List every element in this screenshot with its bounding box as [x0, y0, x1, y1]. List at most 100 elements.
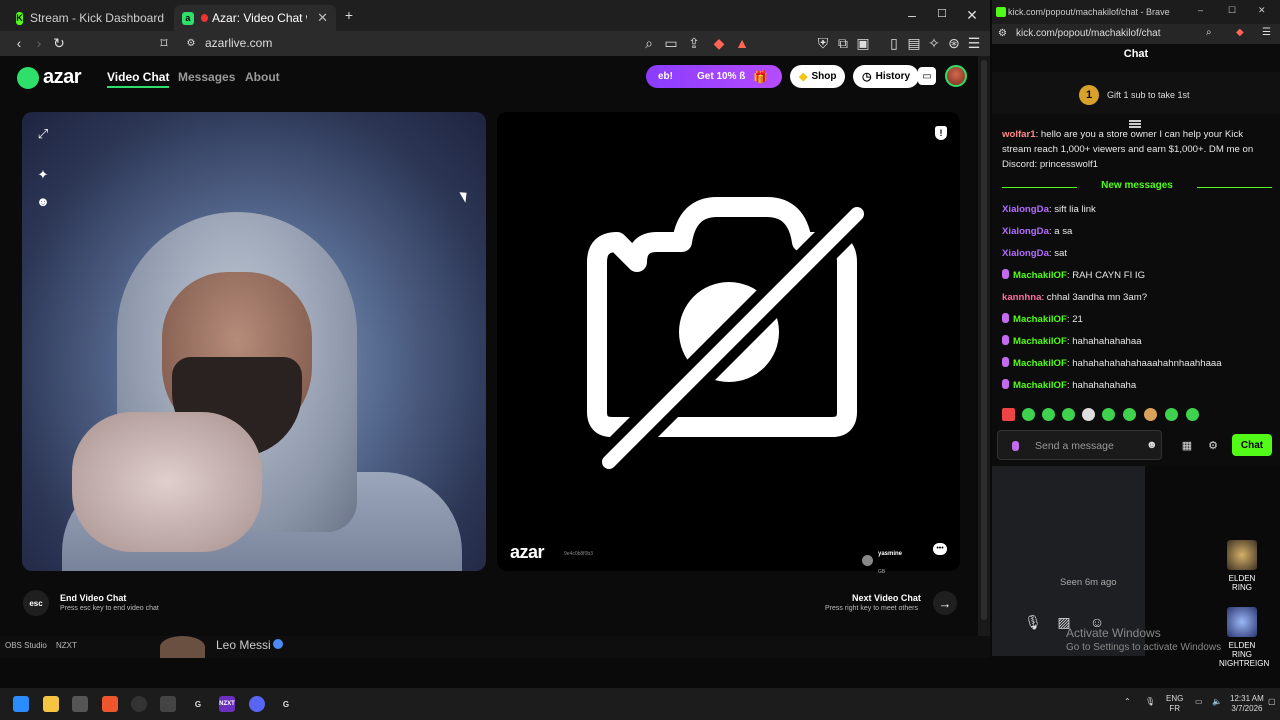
mic-icon[interactable]: 🎙 — [1145, 697, 1155, 707]
menu-icon[interactable]: ☰ — [1262, 27, 1271, 38]
filter-icon[interactable] — [1129, 120, 1141, 122]
desktop-icon-nzxt[interactable]: NZXT — [56, 641, 77, 650]
vpn-shield-icon[interactable]: ⊛ — [945, 35, 963, 52]
esc-key-badge[interactable]: esc — [23, 590, 49, 616]
maximize-icon[interactable]: ☐ — [932, 7, 952, 20]
language-switch[interactable]: ENG FR — [1166, 694, 1183, 714]
chevron-up-icon[interactable]: ⌃ — [1124, 697, 1131, 707]
nav-about[interactable]: About — [245, 70, 280, 84]
history-button[interactable]: ◷ History — [853, 65, 920, 88]
sidebar-icon[interactable]: ▯ — [885, 35, 903, 52]
menu-icon[interactable]: ☰ — [965, 35, 983, 52]
gear-icon[interactable]: ⚙ — [1206, 439, 1220, 453]
desktop-icon-obs[interactable]: OBS Studio — [5, 641, 47, 650]
zoom-icon[interactable]: ⌕ — [640, 35, 658, 52]
desktop-icon-elden-ring[interactable]: ELDEN RING — [1219, 540, 1265, 592]
bookmark-icon[interactable]: ⌑ — [155, 35, 173, 52]
emote-icon[interactable] — [1186, 408, 1199, 421]
brave-icon[interactable] — [102, 696, 118, 712]
g-hub-icon[interactable]: G — [190, 696, 206, 712]
store-icon[interactable] — [72, 696, 88, 712]
nav-messages[interactable]: Messages — [178, 70, 235, 84]
nav-video-chat[interactable]: Video Chat — [107, 70, 170, 88]
gift-banner[interactable]: 1 Gift 1 sub to take 1st — [992, 72, 1280, 114]
minimize-icon[interactable]: – — [902, 7, 922, 23]
azar-logo[interactable]: azar — [17, 66, 82, 89]
chat-username[interactable]: XialongDa — [1002, 248, 1049, 259]
forward-icon[interactable]: › — [30, 35, 48, 52]
chat-username[interactable]: MachakilOF — [1013, 380, 1067, 391]
brave-shield-icon[interactable]: ◆ — [1236, 27, 1244, 38]
display-icon[interactable]: ▭ — [1195, 697, 1203, 707]
site-settings-icon[interactable]: ⚙ — [182, 35, 200, 52]
promo-banner[interactable]: eb! Get 10% ß 🎁 — [646, 65, 782, 88]
gift-icon[interactable]: ▦ — [1180, 439, 1194, 453]
chat-username[interactable]: MachakilOF — [1013, 270, 1067, 281]
chat-username[interactable]: MachakilOF — [1013, 314, 1067, 325]
tab-azar[interactable]: a Azar: Video Chat with New Pe ✕ — [174, 5, 336, 31]
tab-kick-dashboard[interactable]: K Stream - Kick Dashboard — [8, 5, 172, 31]
emote-icon[interactable] — [1082, 408, 1095, 421]
extensions-icon[interactable]: ⧉ — [834, 35, 852, 52]
desktop-icon-elden-ring-nightreign[interactable]: ELDEN RING NIGHTREIGN — [1219, 607, 1269, 668]
avatar[interactable] — [945, 65, 967, 87]
shop-button[interactable]: ◆ Shop — [790, 65, 846, 88]
send-chat-button[interactable]: Chat — [1232, 434, 1272, 456]
new-tab-icon[interactable]: + — [339, 7, 359, 23]
brave-shield-icon[interactable]: ◆ — [710, 35, 728, 52]
emote-icon[interactable] — [1022, 408, 1035, 421]
scroll-thumb[interactable] — [981, 60, 987, 620]
site-settings-icon[interactable]: ⚙ — [998, 28, 1007, 39]
nzxt-icon[interactable]: NZXT — [219, 696, 235, 712]
close-window-icon[interactable]: ✕ — [1258, 5, 1266, 16]
discord-contact-name[interactable]: Leo Messi — [216, 638, 271, 652]
address-bar[interactable]: azarlive.com — [205, 36, 272, 50]
emote-icon[interactable] — [1165, 408, 1178, 421]
end-chat-title[interactable]: End Video Chat — [60, 593, 126, 603]
file-explorer-icon[interactable] — [43, 696, 59, 712]
wallet-icon[interactable]: ▤ — [905, 35, 923, 52]
next-chat-title[interactable]: Next Video Chat — [852, 593, 921, 603]
windows-start-icon[interactable] — [13, 696, 29, 712]
new-messages-divider[interactable]: New messages — [1002, 180, 1272, 194]
cast-icon[interactable]: ▭ — [662, 35, 680, 52]
chat-username[interactable]: MachakilOF — [1013, 336, 1067, 347]
chat-username[interactable]: MachakilOF — [1013, 358, 1067, 369]
emote-icon[interactable] — [1102, 408, 1115, 421]
emote-icon[interactable] — [1144, 408, 1157, 421]
discord-icon[interactable] — [249, 696, 265, 712]
close-window-icon[interactable]: ✕ — [962, 7, 982, 24]
brave-rewards-icon[interactable]: ▲ — [733, 35, 751, 52]
volume-icon[interactable]: 🔈 — [1212, 697, 1222, 707]
magic-wand-icon[interactable]: ✦ — [35, 167, 51, 183]
emote-icon[interactable] — [1062, 408, 1075, 421]
notification-icon[interactable]: ▢ — [1268, 697, 1276, 707]
chat-bubble-icon[interactable]: ••• — [933, 543, 947, 555]
mic-icon[interactable] — [1012, 441, 1019, 451]
reload-icon[interactable]: ↻ — [50, 35, 68, 52]
next-arrow-button[interactable]: → — [933, 591, 957, 615]
mic-icon[interactable]: 🎙 — [1024, 614, 1042, 632]
close-tab-icon[interactable]: ✕ — [317, 10, 328, 26]
sticker-icon[interactable]: ☻ — [35, 194, 51, 210]
emote-icon[interactable] — [1123, 408, 1136, 421]
chat-username[interactable]: kannhna — [1002, 292, 1041, 303]
emote-icon[interactable] — [1002, 408, 1015, 421]
expand-icon[interactable]: ⤢ — [35, 126, 51, 142]
chat-message-input[interactable]: Send a message ☻ — [997, 430, 1162, 460]
maximize-icon[interactable]: ☐ — [1228, 5, 1236, 16]
zoom-icon[interactable]: ⌕ — [1206, 27, 1212, 38]
chat-username[interactable]: XialongDa — [1002, 226, 1049, 237]
emoji-icon[interactable]: ☻ — [1146, 439, 1158, 451]
tab-search-icon[interactable]: ▣ — [854, 35, 872, 52]
leo-icon[interactable]: ✧ — [925, 35, 943, 52]
chat-username[interactable]: XialongDa — [1002, 204, 1049, 215]
steam-icon[interactable] — [131, 696, 147, 712]
minimize-icon[interactable]: – — [1198, 5, 1203, 15]
inbox-icon[interactable]: ▭ — [918, 67, 936, 85]
vpn-icon[interactable]: ⛨ — [814, 35, 832, 52]
clock[interactable]: 12:31 AM 3/7/2026 — [1230, 694, 1264, 714]
emote-icon[interactable] — [1042, 408, 1055, 421]
app-icon[interactable] — [160, 696, 176, 712]
back-icon[interactable]: ‹ — [10, 35, 28, 52]
